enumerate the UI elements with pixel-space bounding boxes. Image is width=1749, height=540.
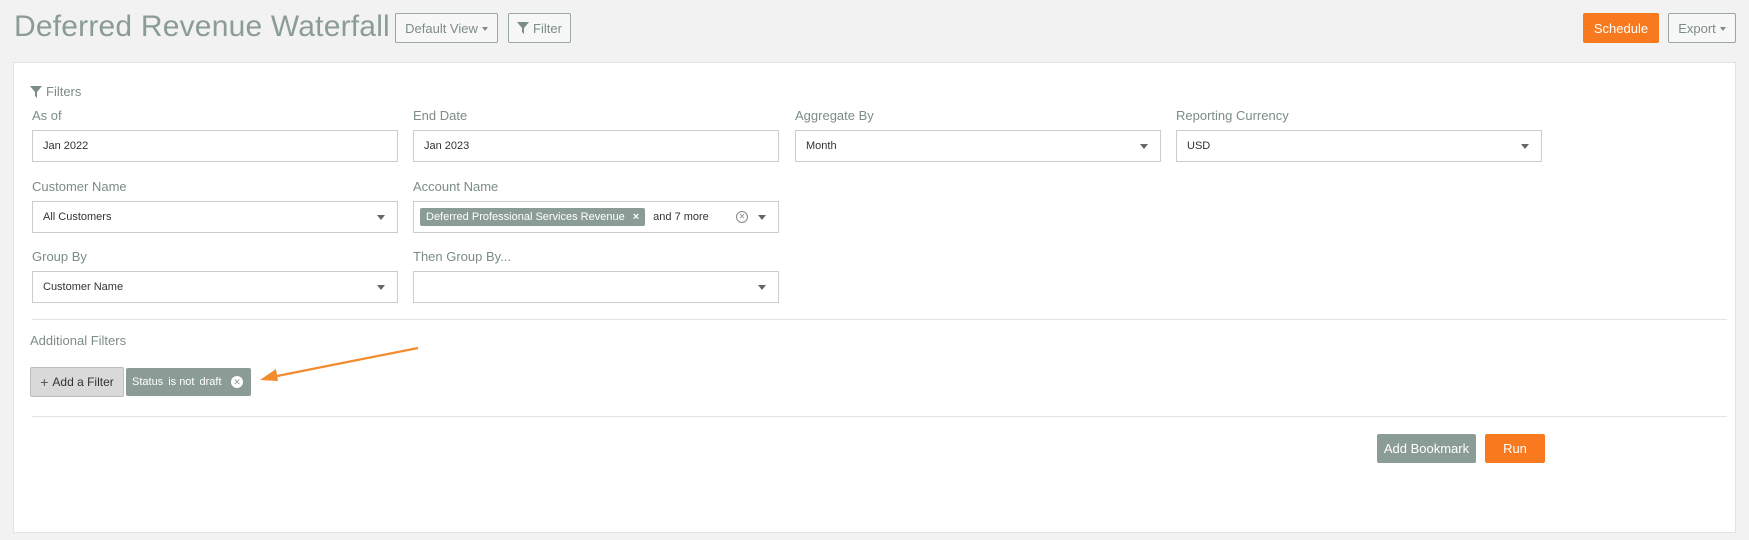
end-date-value: Jan 2023 [424,140,470,152]
annotation-arrow-icon [260,346,419,381]
run-button[interactable]: Run [1485,434,1545,463]
filter-button[interactable]: Filter [508,13,571,43]
account-chip-label: Deferred Professional Services Revenue [426,211,625,223]
status-pill-op: is not [168,376,195,388]
add-filter-label: Add a Filter [52,375,114,389]
plus-icon: + [40,374,49,390]
export-label: Export [1678,20,1716,36]
funnel-icon [517,22,530,34]
customer-name-value: All Customers [43,211,112,223]
caret-down-icon [377,215,385,220]
account-chip[interactable]: Deferred Professional Services Revenue × [420,208,646,226]
as-of-label: As of [32,108,62,123]
aggregate-by-select[interactable]: Month [795,130,1161,162]
account-name-multiselect[interactable]: Deferred Professional Services Revenue ×… [413,201,779,233]
account-more-text: and 7 more [653,211,709,223]
caret-down-icon [1140,144,1148,149]
caret-down-icon [1719,27,1726,31]
page-title: Deferred Revenue Waterfall [14,10,390,43]
group-by-label: Group By [32,249,87,264]
then-group-by-label: Then Group By... [413,249,512,264]
clear-selection-icon[interactable]: ✕ [736,211,748,223]
customer-name-select[interactable]: All Customers [32,201,398,233]
status-pill-value: draft [199,376,222,388]
status-filter-pill[interactable]: Status is not draft ✕ [126,368,251,396]
caret-down-icon [758,215,766,220]
add-bookmark-button[interactable]: Add Bookmark [1377,434,1476,463]
filters-heading: Filters [30,84,81,99]
default-view-dropdown[interactable]: Default View [395,13,498,43]
filters-heading-label: Filters [46,84,82,99]
schedule-button[interactable]: Schedule [1583,13,1659,43]
caret-down-icon [1521,144,1529,149]
divider [32,416,1727,417]
end-date-input[interactable]: Jan 2023 [413,130,779,162]
chip-remove-icon[interactable]: × [633,211,639,223]
as-of-value: Jan 2022 [43,140,89,152]
aggregate-by-value: Month [806,140,837,152]
end-date-label: End Date [413,108,468,123]
caret-down-icon [377,285,385,290]
as-of-input[interactable]: Jan 2022 [32,130,398,162]
divider [32,319,1727,320]
caret-down-icon [481,27,488,31]
remove-filter-icon[interactable]: ✕ [231,376,243,388]
reporting-currency-value: USD [1187,140,1211,152]
add-filter-button[interactable]: + Add a Filter [30,367,124,397]
then-group-by-select[interactable] [413,271,779,303]
account-name-label: Account Name [413,179,499,194]
default-view-label: Default View [405,20,478,36]
reporting-currency-label: Reporting Currency [1176,108,1289,123]
reporting-currency-select[interactable]: USD [1176,130,1542,162]
caret-down-icon [758,285,766,290]
customer-name-label: Customer Name [32,179,127,194]
funnel-icon [30,85,42,98]
group-by-value: Customer Name [43,281,124,293]
status-pill-field: Status [132,376,164,388]
export-dropdown[interactable]: Export [1668,13,1736,43]
group-by-select[interactable]: Customer Name [32,271,398,303]
filters-panel: Filters As of Jan 2022 End Date Jan 2023… [13,62,1736,533]
aggregate-by-label: Aggregate By [795,108,874,123]
additional-filters-heading: Additional Filters [30,333,127,348]
filter-button-label: Filter [533,20,562,36]
